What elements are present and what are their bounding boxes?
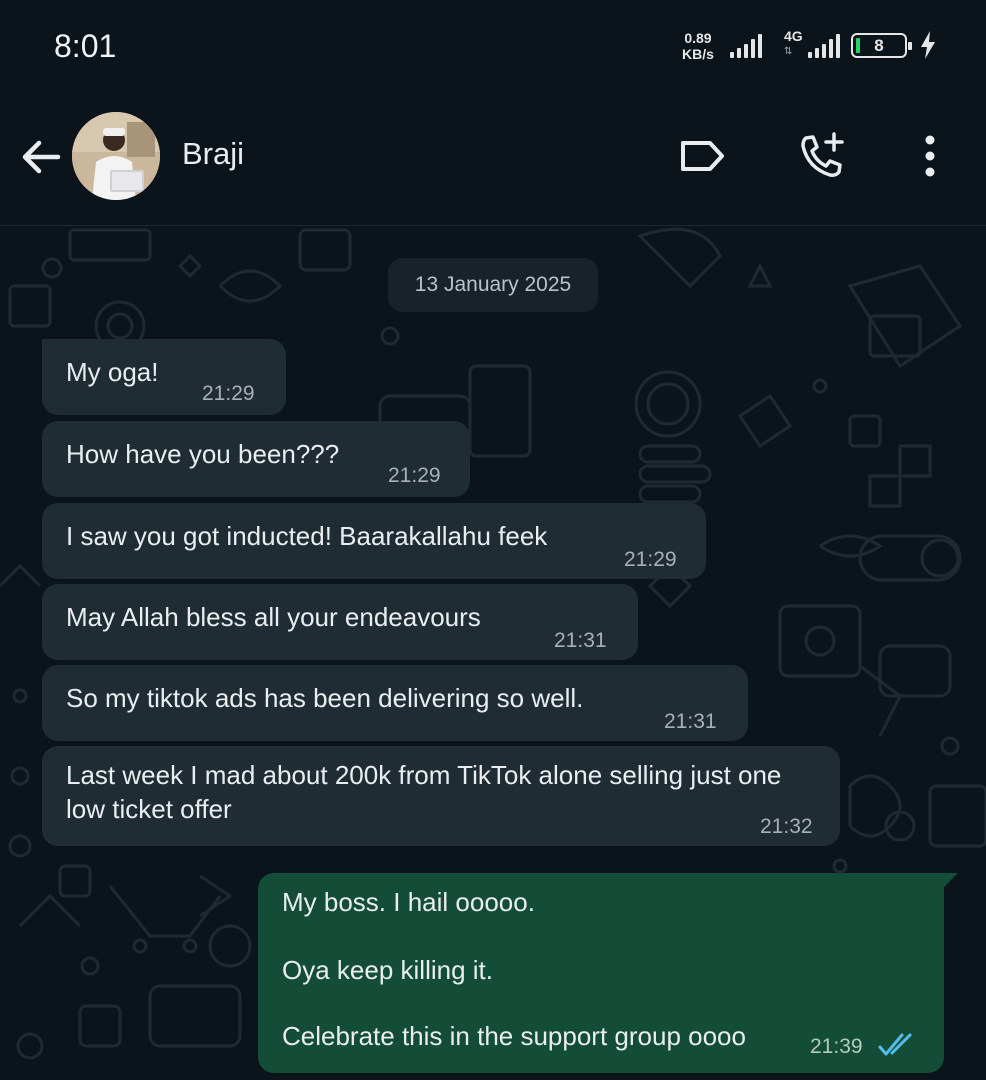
network-speed-unit: KB/s [682, 46, 714, 62]
message-time: 21:29 [624, 548, 677, 571]
outgoing-message[interactable]: My boss. I hail ooooo. Oya keep killing … [258, 873, 958, 1073]
message-time: 21:29 [202, 382, 255, 405]
status-bar: 8:01 0.89 KB/s 4G ⇅ 8 [0, 0, 986, 92]
chat-screen: 8:01 0.89 KB/s 4G ⇅ 8 Braji 13 January 2… [0, 0, 986, 1080]
clock: 8:01 [54, 28, 117, 64]
network-speed: 0.89 KB/s [682, 30, 714, 62]
message-time: 21:29 [388, 464, 441, 487]
message-text: How have you been??? [66, 439, 340, 469]
add-call-icon[interactable] [796, 130, 848, 182]
more-vert-icon[interactable] [904, 130, 956, 182]
message-list[interactable]: 13 January 2025 My oga! 21:29 How have y… [0, 226, 986, 1080]
message-text: So my tiktok ads has been delivering so … [66, 683, 584, 713]
signal-strength-icon-2 [808, 34, 840, 58]
message-text: May Allah bless all your endeavours [66, 602, 481, 632]
label-icon[interactable] [676, 130, 728, 182]
incoming-message[interactable]: May Allah bless all your endeavours 21:3… [42, 584, 638, 660]
incoming-message[interactable]: My oga! 21:29 [42, 339, 286, 415]
incoming-message[interactable]: So my tiktok ads has been delivering so … [42, 665, 748, 741]
network-type: 4G [784, 28, 803, 44]
battery-level: 8 [874, 36, 884, 55]
avatar[interactable] [72, 112, 160, 200]
data-activity-icon: ⇅ [784, 46, 793, 57]
charging-icon [921, 31, 935, 59]
message-time: 21:39 [810, 1035, 863, 1058]
date-chip: 13 January 2025 [388, 258, 598, 312]
signal-strength-icon [730, 34, 762, 58]
message-text-line: My boss. I hail ooooo. [282, 887, 535, 917]
chat-header: Braji [0, 92, 986, 226]
network-speed-value: 0.89 [684, 30, 712, 46]
back-arrow-icon[interactable] [18, 134, 64, 180]
message-text: Last week I mad about 200k from TikTok a… [66, 760, 782, 824]
message-time: 21:31 [664, 710, 717, 733]
incoming-message[interactable]: I saw you got inducted! Baarakallahu fee… [42, 503, 706, 579]
incoming-message[interactable]: Last week I mad about 200k from TikTok a… [42, 746, 840, 846]
message-text: I saw you got inducted! Baarakallahu fee… [66, 521, 548, 551]
incoming-message[interactable]: How have you been??? 21:29 [42, 421, 470, 497]
avatar-photo [72, 112, 160, 200]
read-receipt-icon [878, 1033, 912, 1056]
battery-icon: 8 [851, 33, 912, 58]
contact-name[interactable]: Braji [182, 136, 244, 172]
message-time: 21:32 [760, 815, 813, 838]
message-text-line: Celebrate this in the support group oooo [282, 1021, 746, 1051]
message-text: My oga! [66, 357, 159, 387]
message-text-line: Oya keep killing it. [282, 955, 493, 985]
message-time: 21:31 [554, 629, 607, 652]
